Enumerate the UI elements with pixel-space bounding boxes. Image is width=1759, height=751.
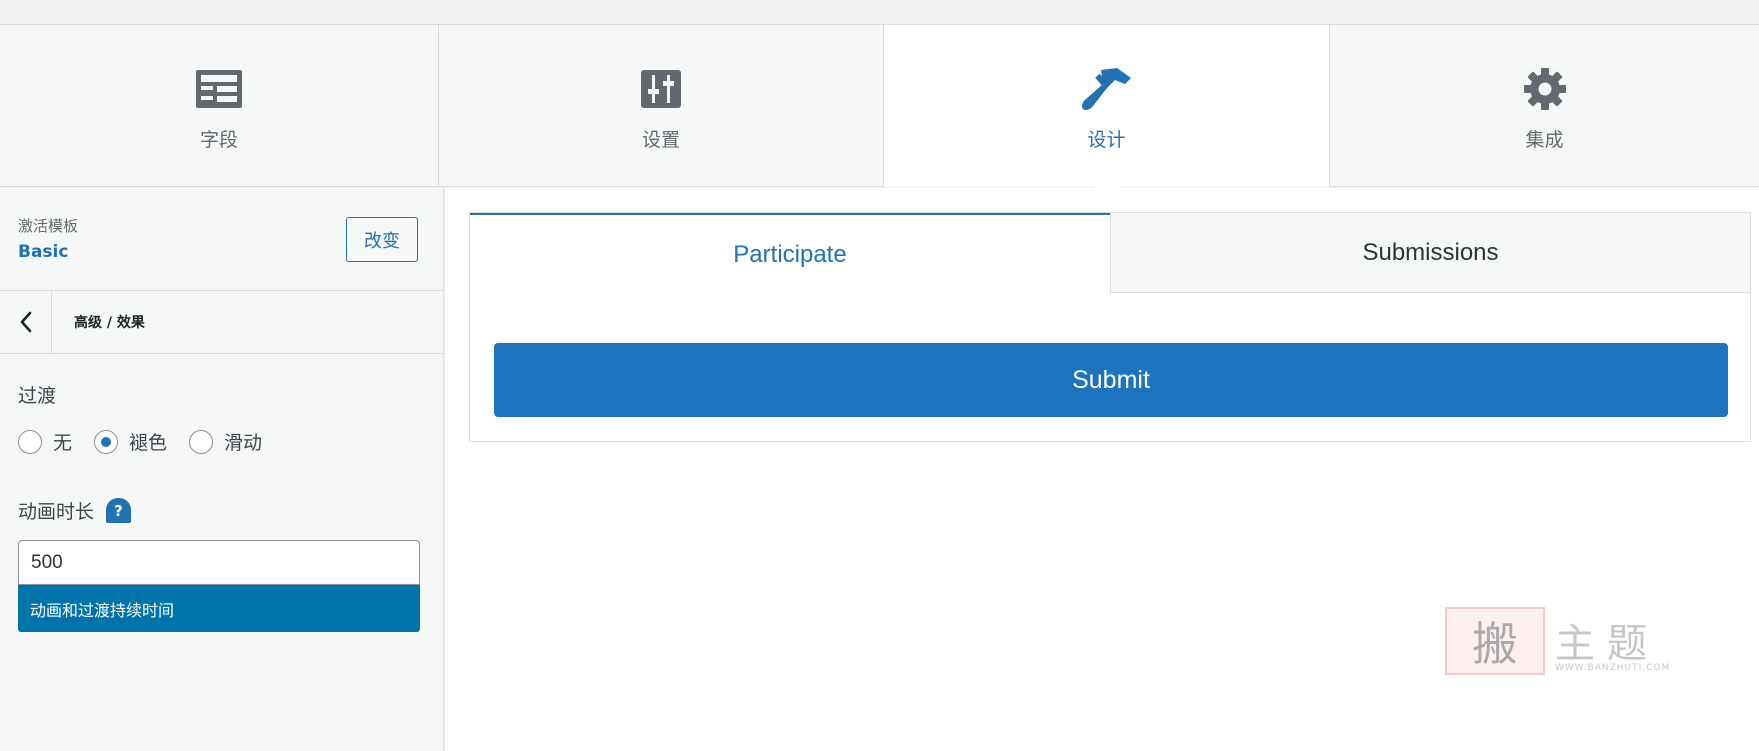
- active-template-row: 激活模板 Basic 改变: [0, 188, 443, 291]
- submit-button[interactable]: Submit: [494, 343, 1728, 417]
- radio-option-slide[interactable]: 滑动: [189, 428, 262, 455]
- builder-tabs: 字段 设置 设计 集成: [0, 25, 1759, 187]
- tab-label: 设置: [641, 129, 680, 151]
- design-sidebar: 激活模板 Basic 改变 高级 / 效果 过渡 无 褪色 滑动 动画时长 ? …: [0, 188, 444, 751]
- fields-icon: [193, 63, 245, 115]
- radio-label: 褪色: [129, 432, 168, 454]
- duration-row: 动画时长 ?: [18, 497, 443, 524]
- duration-tooltip: 动画和过渡持续时间: [18, 585, 420, 632]
- tab-participate[interactable]: Participate: [470, 213, 1110, 295]
- page-root: 字段 设置 设计 集成 激活模板 Basic 改变 高级 / 效果 过渡 无 褪…: [0, 0, 1759, 751]
- radio-button[interactable]: [94, 429, 119, 454]
- radio-option-fade[interactable]: 褪色: [94, 428, 167, 455]
- help-icon[interactable]: ?: [106, 498, 132, 523]
- watermark-text: 主题: [1555, 621, 1659, 667]
- radio-button[interactable]: [189, 429, 214, 454]
- duration-label: 动画时长: [18, 501, 95, 523]
- tab-design[interactable]: 设计: [884, 25, 1330, 187]
- tab-settings[interactable]: 设置: [439, 25, 884, 187]
- duration-input[interactable]: [18, 540, 420, 585]
- gear-icon: [1519, 63, 1571, 115]
- tab-integrations[interactable]: 集成: [1330, 25, 1759, 187]
- tab-label: 设计: [1087, 129, 1126, 151]
- sliders-icon: [635, 63, 687, 115]
- preview-tabs: Participate Submissions: [470, 213, 1750, 295]
- breadcrumb: 高级 / 效果: [74, 315, 145, 331]
- tab-fields[interactable]: 字段: [0, 25, 439, 187]
- tab-label: 字段: [199, 129, 238, 151]
- tab-label: 集成: [1525, 129, 1564, 151]
- paint-brush-icon: [1081, 63, 1133, 115]
- radio-label: 无: [53, 432, 73, 454]
- chevron-left-icon: [20, 311, 31, 333]
- transition-label: 过渡: [18, 385, 57, 407]
- tab-submissions[interactable]: Submissions: [1110, 213, 1750, 293]
- watermark-logo: 搬 主题 WWW.BANZHUTI.COM: [1445, 607, 1675, 679]
- change-template-button[interactable]: 改变: [346, 217, 418, 262]
- transition-radio-group: 无 褪色 滑动: [18, 428, 443, 455]
- preview-form-box: Participate Submissions Submit: [469, 212, 1751, 442]
- watermark-url: WWW.BANZHUTI.COM: [1555, 663, 1671, 673]
- admin-top-strip: [0, 0, 1759, 25]
- radio-button[interactable]: [18, 429, 42, 454]
- radio-option-none[interactable]: 无: [18, 428, 72, 455]
- back-button[interactable]: [0, 290, 52, 354]
- radio-label: 滑动: [224, 432, 263, 454]
- watermark-seal: 搬: [1445, 607, 1545, 675]
- section-nav: 高级 / 效果: [0, 290, 443, 354]
